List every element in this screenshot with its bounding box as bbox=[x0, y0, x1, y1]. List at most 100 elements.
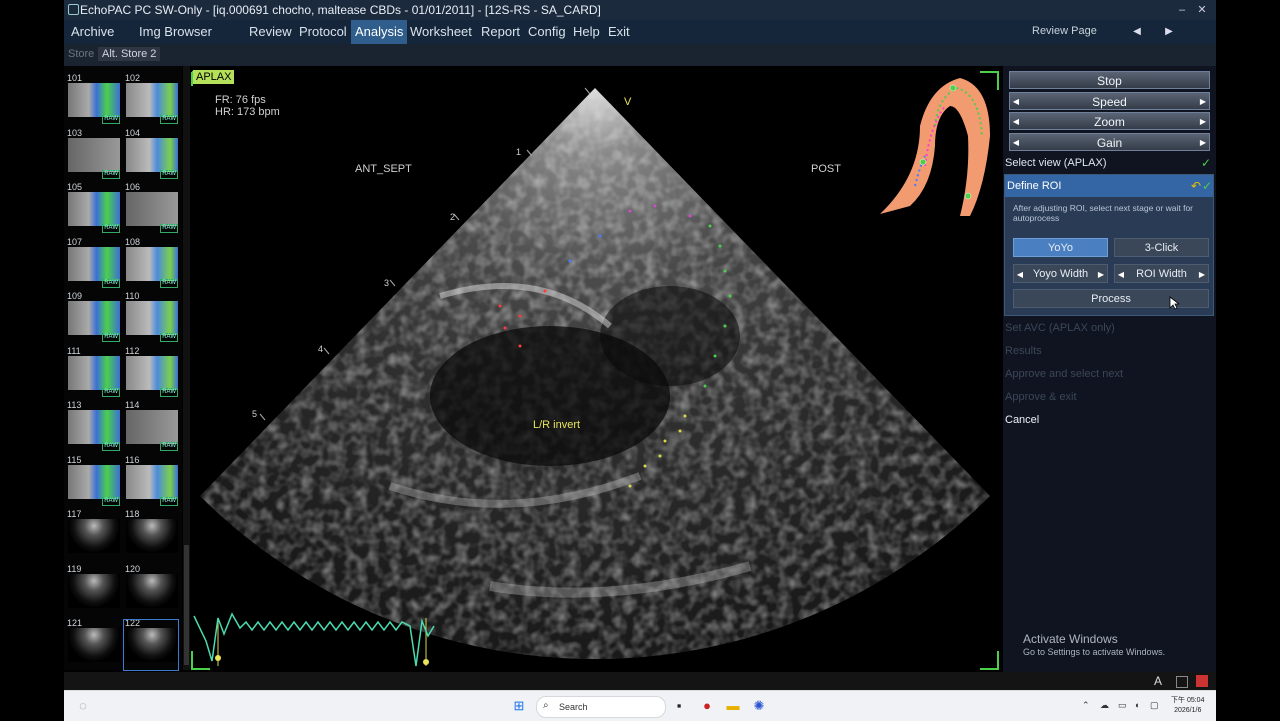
app-globe-icon[interactable]: ✺ bbox=[750, 697, 768, 715]
step-approve-exit[interactable]: Approve & exit bbox=[1005, 391, 1077, 403]
thumbnail-104[interactable]: 104 RAW bbox=[124, 128, 178, 179]
yoyo-width-control[interactable]: ◀ Yoyo Width ▶ bbox=[1013, 264, 1108, 283]
printer-icon[interactable] bbox=[1196, 675, 1208, 687]
next-page-button[interactable]: ▶ bbox=[1158, 22, 1180, 42]
raw-badge: RAW bbox=[160, 442, 178, 451]
thumbnail-number: 113 bbox=[67, 400, 82, 410]
thumbnail-118[interactable]: 118 bbox=[124, 509, 178, 560]
undo-icon[interactable]: ↶ bbox=[1191, 175, 1201, 197]
raw-badge: RAW bbox=[102, 333, 120, 342]
windows-taskbar: ◌ ⊞ ⌕ Search ▪ ● ▬ ✺ ⌃ ☁ ▭ ◖ ▢ 下午 05:04 … bbox=[64, 690, 1216, 721]
thumbnail-115[interactable]: 115 RAW bbox=[66, 455, 120, 506]
mouse-cursor-icon bbox=[1169, 296, 1179, 310]
thumbnail-110[interactable]: 110 RAW bbox=[124, 291, 178, 342]
step-select-view[interactable]: Select view (APLAX) bbox=[1005, 157, 1106, 169]
yoyo-width-increase-icon[interactable]: ▶ bbox=[1095, 265, 1107, 282]
menu-archive[interactable]: Archive bbox=[68, 20, 117, 44]
step-results[interactable]: Results bbox=[1005, 345, 1042, 357]
three-click-button[interactable]: 3-Click bbox=[1114, 238, 1209, 257]
minimize-button[interactable]: – bbox=[1174, 2, 1190, 18]
thumbnail-102[interactable]: 102 RAW bbox=[124, 73, 178, 124]
thumbnail-122[interactable]: 122 bbox=[123, 618, 179, 671]
tray-volume-icon[interactable]: ◖ bbox=[1134, 700, 1139, 710]
thumbnail-113[interactable]: 113 RAW bbox=[66, 400, 120, 451]
task-view-icon[interactable]: ▪ bbox=[670, 697, 688, 715]
thumbnail-number: 121 bbox=[67, 618, 83, 628]
menu-analysis[interactable]: Analysis bbox=[351, 20, 408, 44]
zoom-decrease-icon[interactable]: ◀ bbox=[1010, 113, 1022, 129]
roi-width-control[interactable]: ◀ ROI Width ▶ bbox=[1114, 264, 1209, 283]
menu-worksheet[interactable]: Worksheet bbox=[407, 20, 475, 44]
thumbnail-120[interactable]: 120 bbox=[124, 564, 178, 615]
thumbnail-108[interactable]: 108 RAW bbox=[124, 237, 178, 288]
thumbnail-105[interactable]: 105 RAW bbox=[66, 182, 120, 233]
speed-control[interactable]: ◀ Speed ▶ bbox=[1009, 92, 1210, 110]
thumbnail-109[interactable]: 109 RAW bbox=[66, 291, 120, 342]
thumbnail-image bbox=[126, 137, 178, 172]
cancel-button[interactable]: Cancel bbox=[1005, 414, 1039, 426]
widgets-icon[interactable]: ◌ bbox=[74, 697, 92, 715]
frame-rate-readout: FR: 76 fps bbox=[215, 94, 266, 106]
step-approve-next[interactable]: Approve and select next bbox=[1005, 368, 1123, 380]
stop-button[interactable]: Stop bbox=[1009, 71, 1210, 89]
yoyo-width-decrease-icon[interactable]: ◀ bbox=[1014, 265, 1026, 282]
thumbnail-111[interactable]: 111 RAW bbox=[66, 346, 120, 397]
keyboard-icon[interactable] bbox=[1176, 676, 1188, 688]
thumbnail-114[interactable]: 114 RAW bbox=[124, 400, 178, 451]
gain-increase-icon[interactable]: ▶ bbox=[1197, 134, 1209, 150]
raw-badge: RAW bbox=[160, 496, 178, 506]
prev-page-button[interactable]: ◀ bbox=[1126, 22, 1148, 42]
thumbnail-107[interactable]: 107 RAW bbox=[66, 237, 120, 288]
process-button[interactable]: Process bbox=[1013, 289, 1209, 308]
scrollbar-thumb[interactable] bbox=[184, 545, 189, 665]
menu-img-browser[interactable]: Img Browser bbox=[136, 20, 215, 44]
taskbar-clock[interactable]: 下午 05:04 2026/1/6 bbox=[1171, 696, 1204, 716]
start-icon[interactable]: ⊞ bbox=[510, 697, 528, 715]
roi-width-decrease-icon[interactable]: ◀ bbox=[1115, 265, 1127, 282]
close-button[interactable]: ✕ bbox=[1194, 2, 1210, 18]
step-define-roi[interactable]: Define ROI ↶ ✓ bbox=[1005, 175, 1213, 197]
thumbnail-119[interactable]: 119 bbox=[66, 564, 120, 615]
thumbnail-101[interactable]: 101 RAW bbox=[66, 73, 120, 124]
tray-network-icon[interactable]: ▭ bbox=[1118, 700, 1127, 711]
alt-store-button[interactable]: Alt. Store 2 bbox=[98, 47, 161, 61]
gain-decrease-icon[interactable]: ◀ bbox=[1010, 134, 1022, 150]
ultrasound-viewport[interactable]: APLAX FR: 76 fps HR: 173 bpm ANT_SEPT PO… bbox=[190, 66, 1002, 672]
thumbnail-image bbox=[68, 410, 120, 444]
raw-badge: RAW bbox=[160, 333, 178, 342]
zoom-increase-icon[interactable]: ▶ bbox=[1197, 113, 1209, 129]
zoom-control[interactable]: ◀ Zoom ▶ bbox=[1009, 112, 1210, 130]
tray-chevron-icon[interactable]: ⌃ bbox=[1082, 700, 1090, 711]
store-button[interactable]: Store bbox=[64, 47, 98, 61]
thumbnail-103[interactable]: 103 RAW bbox=[66, 128, 120, 179]
tray-display-icon[interactable]: ▢ bbox=[1150, 700, 1159, 711]
menu-exit[interactable]: Exit bbox=[605, 20, 633, 44]
tray-letter-a: A bbox=[1154, 674, 1163, 688]
thumbnail-116[interactable]: 116 RAW bbox=[124, 455, 178, 506]
menu-report[interactable]: Report bbox=[478, 20, 523, 44]
thumbnail-121[interactable]: 121 bbox=[66, 618, 120, 669]
thumbnail-image bbox=[126, 410, 178, 444]
taskbar-search[interactable]: ⌕ Search bbox=[536, 696, 666, 718]
tray-cloud-icon[interactable]: ☁ bbox=[1100, 700, 1109, 711]
thumbnail-112[interactable]: 112 RAW bbox=[124, 346, 178, 397]
thumbnail-117[interactable]: 117 bbox=[66, 509, 120, 560]
thumbnail-image bbox=[68, 137, 120, 172]
menu-protocol[interactable]: Protocol bbox=[296, 20, 350, 44]
gain-control[interactable]: ◀ Gain ▶ bbox=[1009, 133, 1210, 151]
roi-width-increase-icon[interactable]: ▶ bbox=[1196, 265, 1208, 282]
search-placeholder: Search bbox=[559, 702, 588, 712]
menu-review[interactable]: Review bbox=[246, 20, 295, 44]
step-set-avc[interactable]: Set AVC (APLAX only) bbox=[1005, 322, 1115, 334]
menu-help[interactable]: Help bbox=[570, 20, 603, 44]
speed-decrease-icon[interactable]: ◀ bbox=[1010, 93, 1022, 109]
yoyo-width-label: Yoyo Width bbox=[1032, 268, 1089, 280]
thumbnail-image bbox=[126, 519, 178, 553]
depth-mark-5: 5 bbox=[252, 409, 258, 419]
file-explorer-icon[interactable]: ▬ bbox=[724, 697, 742, 715]
yoyo-button[interactable]: YoYo bbox=[1013, 238, 1108, 257]
speed-increase-icon[interactable]: ▶ bbox=[1197, 93, 1209, 109]
menu-config[interactable]: Config bbox=[525, 20, 569, 44]
thumbnail-106[interactable]: 106 RAW bbox=[124, 182, 178, 233]
echopac-app-icon[interactable]: ● bbox=[698, 697, 716, 715]
